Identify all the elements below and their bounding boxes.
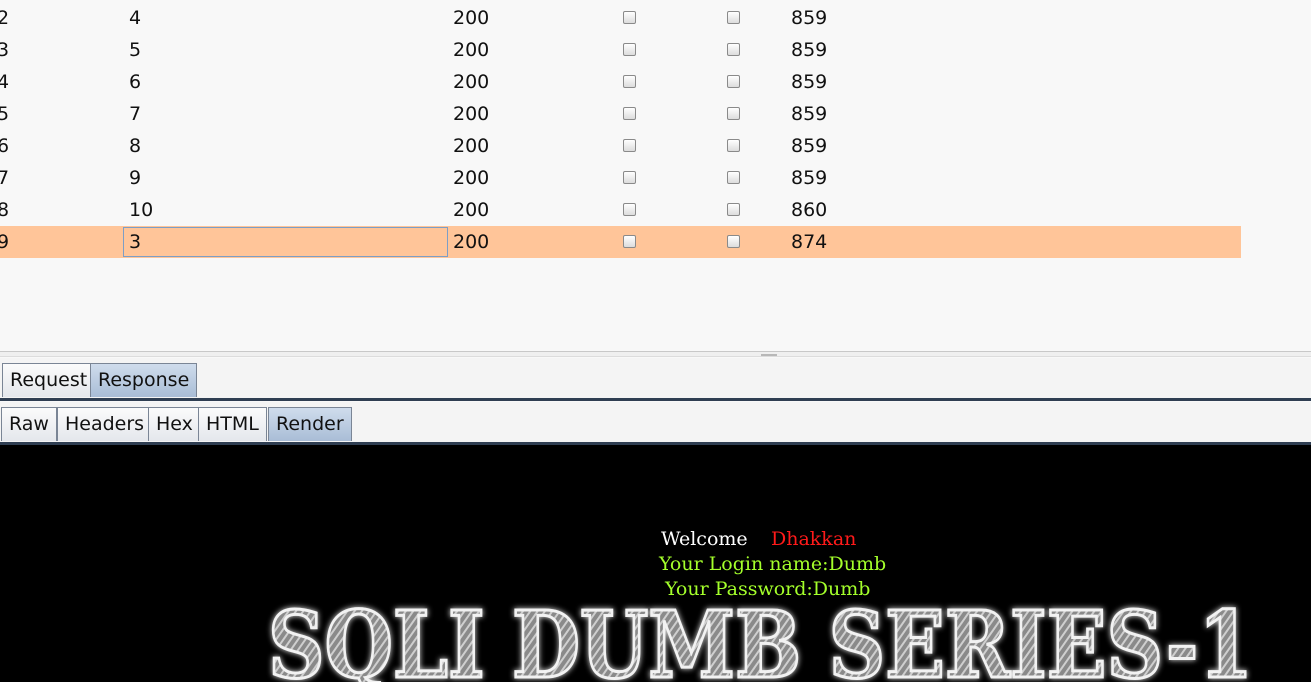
login-name-text: Your Login name:Dumb bbox=[659, 553, 887, 575]
username-text: Dhakkan bbox=[771, 528, 857, 550]
table-row[interactable]: 2 4 200 859 bbox=[0, 2, 1241, 34]
payload-cell-value: 3 bbox=[129, 231, 142, 253]
status-cell: 200 bbox=[453, 167, 490, 189]
error-checkbox[interactable] bbox=[623, 43, 636, 56]
table-row[interactable]: 7 9 200 859 bbox=[0, 162, 1241, 194]
render-view: Welcome Dhakkan Your Login name:Dumb You… bbox=[0, 445, 1311, 682]
tab-render[interactable]: Render bbox=[268, 407, 352, 441]
payload-cell: 4 bbox=[129, 7, 142, 29]
length-cell: 874 bbox=[791, 231, 828, 253]
timeout-checkbox[interactable] bbox=[727, 75, 740, 88]
timeout-checkbox[interactable] bbox=[727, 11, 740, 24]
request-cell: 7 bbox=[0, 167, 10, 189]
tab-html[interactable]: HTML bbox=[198, 407, 267, 441]
payload-cell: 7 bbox=[129, 103, 142, 125]
table-row[interactable]: 3 5 200 859 bbox=[0, 34, 1241, 66]
status-cell: 200 bbox=[453, 231, 490, 253]
tab-response[interactable]: Response bbox=[90, 363, 198, 397]
error-checkbox[interactable] bbox=[623, 203, 636, 216]
length-cell: 859 bbox=[791, 135, 828, 157]
length-cell: 859 bbox=[791, 7, 828, 29]
length-cell: 859 bbox=[791, 167, 828, 189]
table-row[interactable]: 8 10 200 860 bbox=[0, 194, 1241, 226]
request-cell: 6 bbox=[0, 135, 10, 157]
error-checkbox[interactable] bbox=[623, 139, 636, 152]
payload-cell: 5 bbox=[129, 39, 142, 61]
request-cell: 4 bbox=[0, 71, 10, 93]
length-cell: 859 bbox=[791, 71, 828, 93]
pane-splitter[interactable] bbox=[0, 351, 1311, 357]
table-row[interactable]: 5 7 200 859 bbox=[0, 98, 1241, 130]
error-checkbox[interactable] bbox=[623, 75, 636, 88]
table-row-selected[interactable]: 9 3 200 874 bbox=[0, 226, 1241, 258]
splitter-grip-icon[interactable] bbox=[761, 354, 777, 356]
length-cell: 859 bbox=[791, 39, 828, 61]
request-cell: 8 bbox=[0, 199, 10, 221]
error-checkbox[interactable] bbox=[623, 235, 636, 248]
payload-cell: 9 bbox=[129, 167, 142, 189]
tab-hex[interactable]: Hex bbox=[148, 407, 201, 441]
tab-divider bbox=[0, 398, 1311, 401]
status-cell: 200 bbox=[453, 7, 490, 29]
banner-text: SQLI DUMB SERIES-1 bbox=[268, 591, 1253, 682]
table-row[interactable]: 4 6 200 859 bbox=[0, 66, 1241, 98]
tab-request[interactable]: Request bbox=[2, 363, 96, 397]
timeout-checkbox[interactable] bbox=[727, 107, 740, 120]
welcome-text: Welcome bbox=[661, 528, 748, 550]
message-tabbar: Request Response bbox=[0, 358, 1311, 400]
timeout-checkbox[interactable] bbox=[727, 139, 740, 152]
view-tabbar: Raw Headers Hex HTML Render bbox=[0, 402, 1311, 444]
length-cell: 859 bbox=[791, 103, 828, 125]
length-cell: 860 bbox=[791, 199, 828, 221]
status-cell: 200 bbox=[453, 135, 490, 157]
request-cell: 3 bbox=[0, 39, 10, 61]
timeout-checkbox[interactable] bbox=[727, 171, 740, 184]
tab-raw[interactable]: Raw bbox=[1, 407, 57, 441]
status-cell: 200 bbox=[453, 103, 490, 125]
error-checkbox[interactable] bbox=[623, 171, 636, 184]
timeout-checkbox[interactable] bbox=[727, 203, 740, 216]
request-cell: 5 bbox=[0, 103, 10, 125]
payload-cell: 8 bbox=[129, 135, 142, 157]
payload-cell: 10 bbox=[129, 199, 154, 221]
table-row[interactable]: 6 8 200 859 bbox=[0, 130, 1241, 162]
status-cell: 200 bbox=[453, 199, 490, 221]
timeout-checkbox[interactable] bbox=[727, 43, 740, 56]
payload-cell: 6 bbox=[129, 71, 142, 93]
results-table: 2 4 200 859 3 5 200 859 4 6 200 859 5 7 … bbox=[0, 2, 1241, 258]
payload-cell-focused[interactable]: 3 bbox=[123, 227, 448, 257]
timeout-checkbox[interactable] bbox=[727, 235, 740, 248]
table-empty-area bbox=[0, 258, 1311, 351]
status-cell: 200 bbox=[453, 71, 490, 93]
error-checkbox[interactable] bbox=[623, 107, 636, 120]
banner-logo: SQLI DUMB SERIES-1 bbox=[267, 590, 1255, 682]
error-checkbox[interactable] bbox=[623, 11, 636, 24]
status-cell: 200 bbox=[453, 39, 490, 61]
tab-headers[interactable]: Headers bbox=[57, 407, 153, 441]
request-cell: 9 bbox=[0, 231, 10, 253]
request-cell: 2 bbox=[0, 7, 10, 29]
